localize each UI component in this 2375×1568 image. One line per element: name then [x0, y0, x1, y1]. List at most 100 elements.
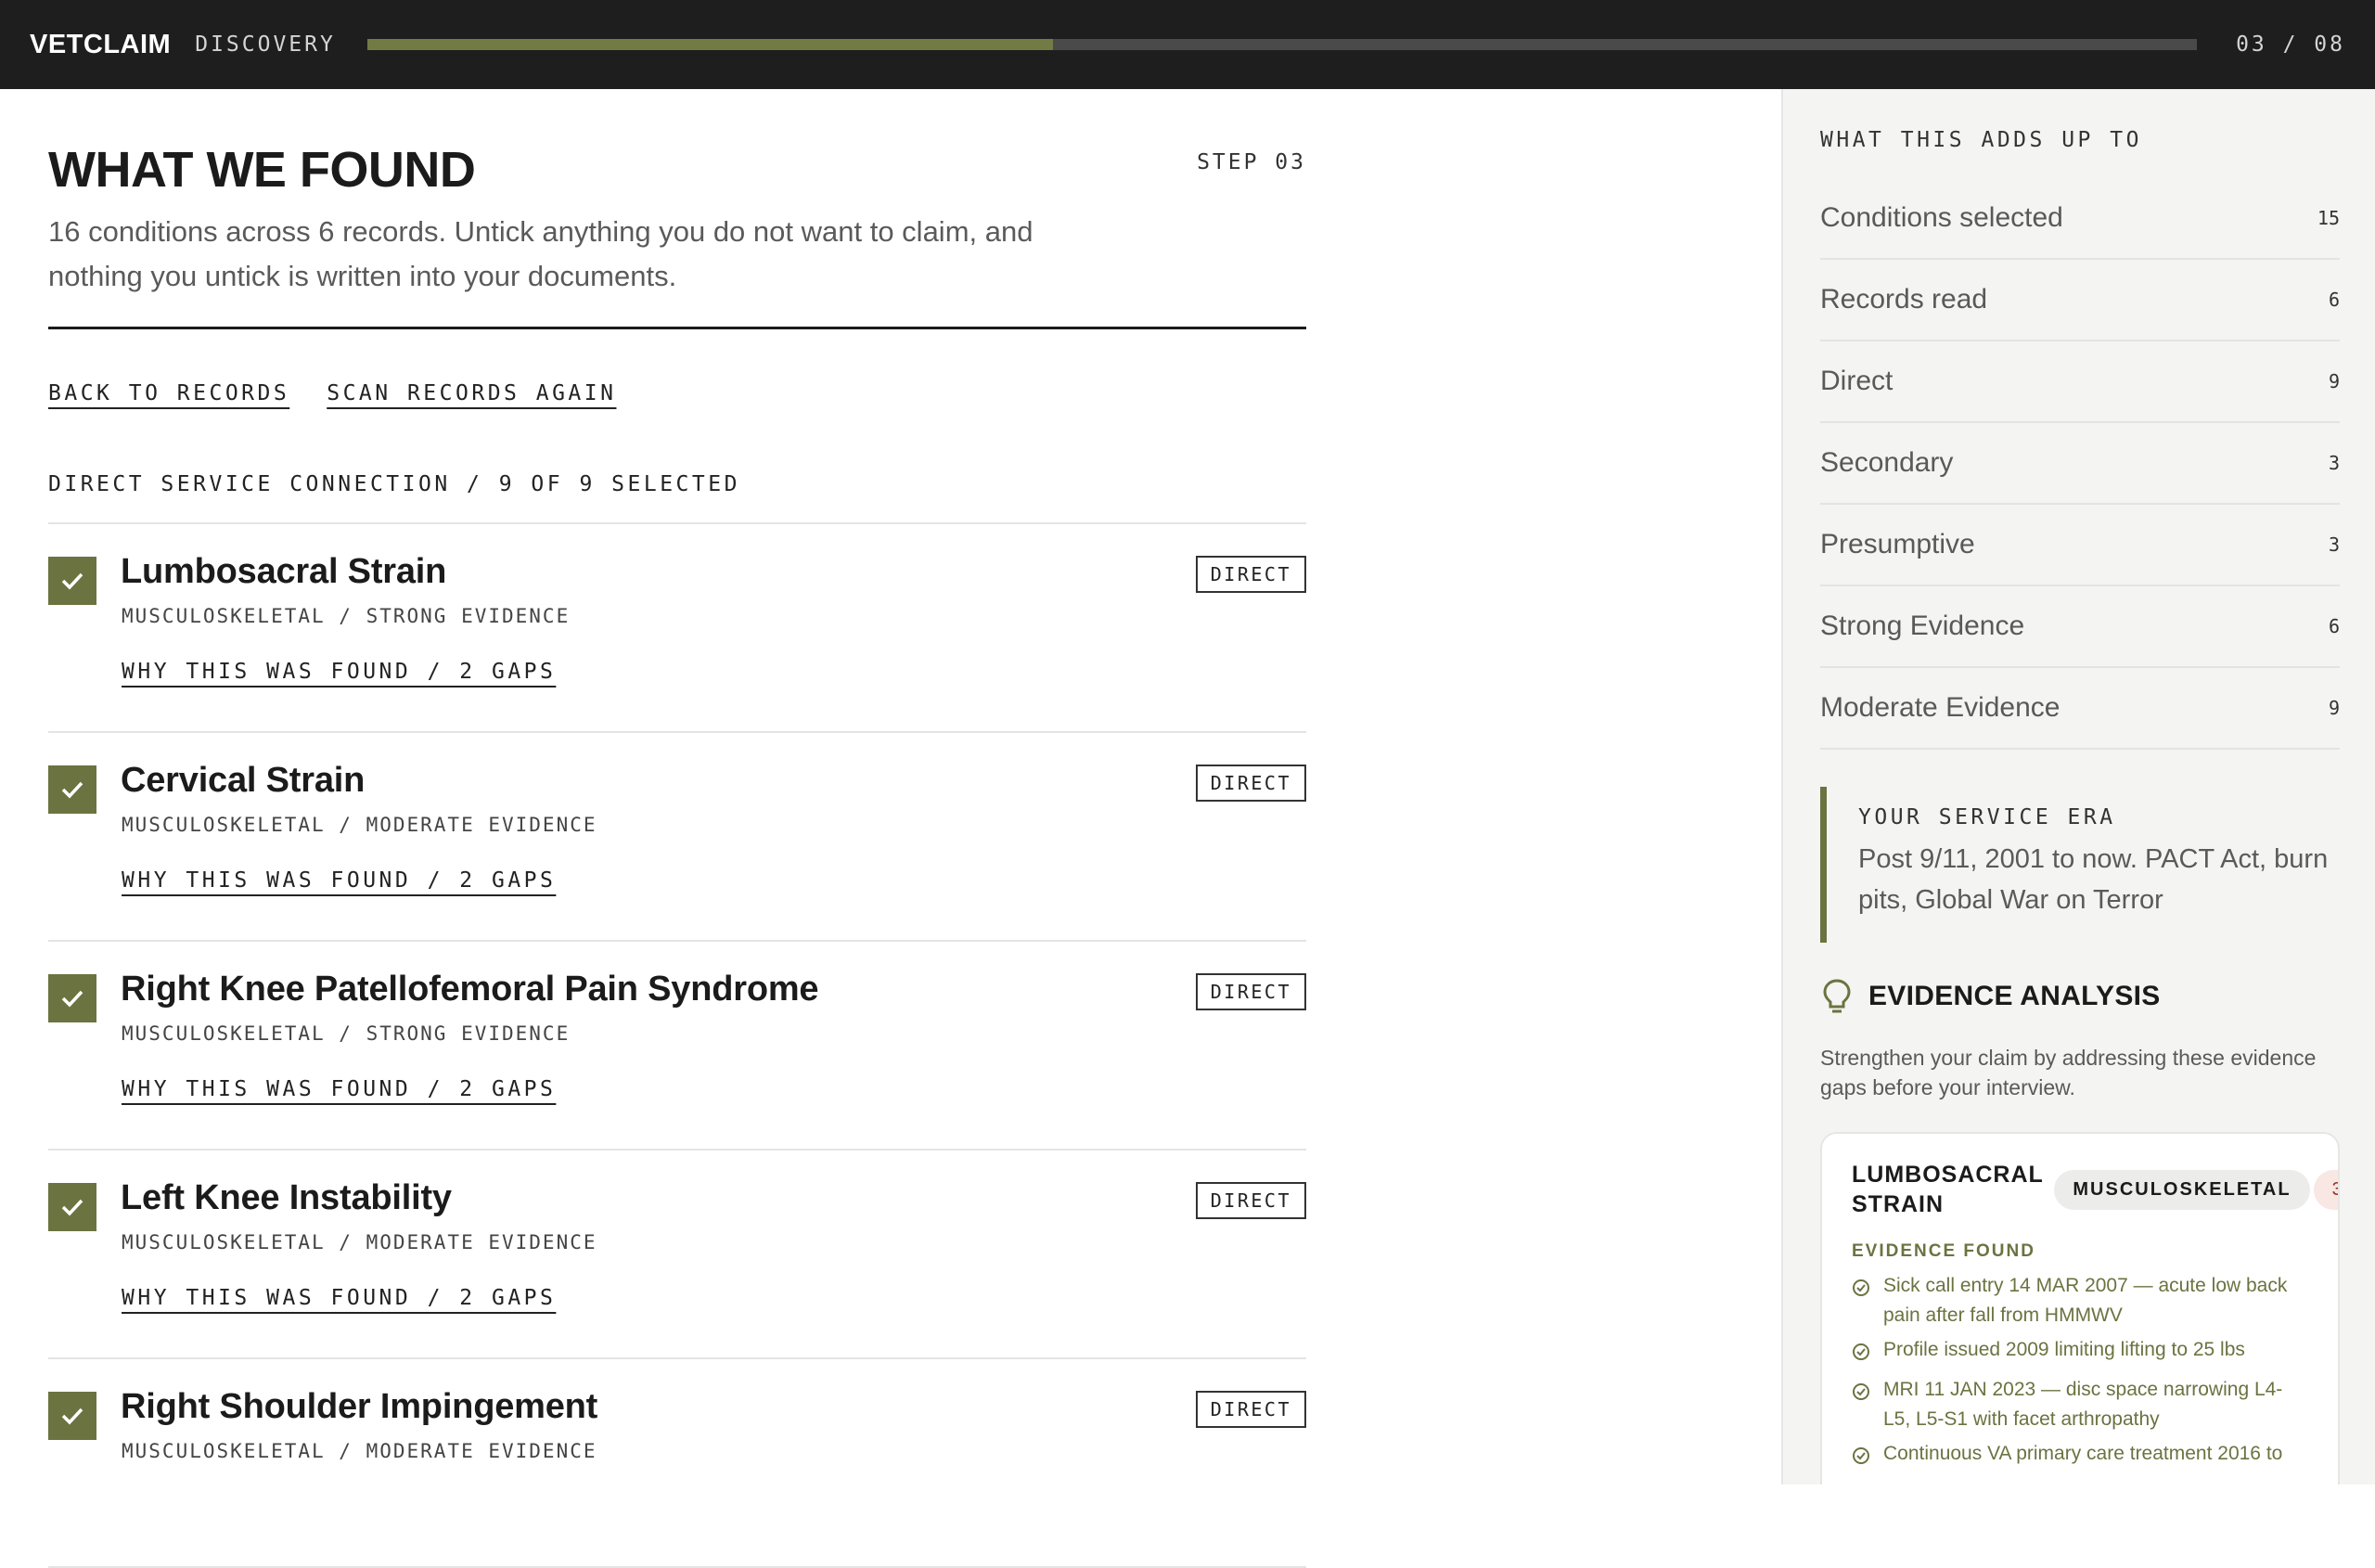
stat-label: Secondary: [1820, 447, 1954, 478]
main-content: WHAT WE FOUND STEP 03 16 conditions acro…: [48, 89, 1306, 1568]
action-links: BACK TO RECORDS SCAN RECORDS AGAIN: [48, 381, 1306, 405]
condition-checkbox[interactable]: [48, 974, 96, 1022]
condition-checkbox[interactable]: [48, 765, 96, 814]
condition-name: Cervical Strain: [121, 761, 366, 800]
back-to-records-link[interactable]: BACK TO RECORDS: [48, 381, 289, 405]
condition-row: Left Knee Instability MUSCULOSKELETAL / …: [48, 1150, 1306, 1359]
evidence-item: Continuous VA primary care treatment 201…: [1852, 1439, 2306, 1474]
evidence-item: MRI 11 JAN 2023 — disc space narrowing L…: [1852, 1375, 2306, 1434]
condition-row: Lumbosacral Strain MUSCULOSKELETAL / STR…: [48, 524, 1306, 733]
stat-label: Strong Evidence: [1820, 610, 2025, 641]
connection-type-tag: DIRECT: [1195, 765, 1306, 802]
why-found-link[interactable]: WHY THIS WAS FOUND / 2 GAPS: [122, 1286, 556, 1310]
condition-name: Left Knee Instability: [121, 1178, 452, 1217]
why-found-link[interactable]: WHY THIS WAS FOUND / 2 GAPS: [122, 868, 556, 893]
stat-label: Moderate Evidence: [1820, 692, 2060, 723]
condition-name: Right Shoulder Impingement: [121, 1387, 598, 1426]
evidence-found-label: EVIDENCE FOUND: [1852, 1241, 2035, 1261]
stat-row: Secondary 3: [1820, 423, 2340, 505]
check-circle-icon: [1853, 1343, 1869, 1360]
summary-sidebar: WHAT THIS ADDS UP TO Conditions selected…: [1781, 89, 2375, 1484]
connection-type-tag: DIRECT: [1195, 1182, 1306, 1219]
evidence-analysis-header: EVIDENCE ANALYSIS: [1820, 978, 2338, 1015]
brand-logo[interactable]: VETCLAIM: [30, 30, 171, 60]
condition-row: Right Knee Patellofemoral Pain Syndrome …: [48, 942, 1306, 1150]
stat-row: Conditions selected 15: [1820, 178, 2340, 260]
evidence-text: Continuous VA primary care treatment 201…: [1883, 1443, 2283, 1464]
condition-name: Right Knee Patellofemoral Pain Syndrome: [121, 970, 819, 1009]
evidence-card[interactable]: LUMBOSACRAL STRAIN MUSCULOSKELETAL 3 gap…: [1820, 1132, 2340, 1484]
condition-row: Right Shoulder Impingement MUSCULOSKELET…: [48, 1359, 1306, 1568]
check-icon: [61, 781, 83, 799]
stat-label: Conditions selected: [1820, 202, 2063, 233]
page-header: WHAT WE FOUND STEP 03: [48, 145, 1306, 195]
section-label: DISCOVERY: [195, 32, 336, 57]
condition-checkbox[interactable]: [48, 1392, 96, 1440]
stat-row: Direct 9: [1820, 341, 2340, 423]
evidence-list: Sick call entry 14 MAR 2007 — acute low …: [1852, 1271, 2306, 1474]
stat-value: 3: [2328, 533, 2340, 556]
evidence-card-title: LUMBOSACRAL STRAIN: [1852, 1162, 2044, 1217]
progress-bar: [366, 39, 2197, 50]
scan-records-again-link[interactable]: SCAN RECORDS AGAIN: [327, 381, 616, 405]
evidence-card-header: LUMBOSACRAL STRAIN MUSCULOSKELETAL 3 gap…: [1852, 1160, 2338, 1219]
stat-row: Strong Evidence 6: [1820, 586, 2340, 668]
gaps-badge: 3 gaps: [2313, 1169, 2338, 1210]
why-found-link[interactable]: WHY THIS WAS FOUND / 2 GAPS: [122, 660, 556, 684]
evidence-text: Profile issued 2009 limiting lifting to …: [1883, 1339, 2245, 1360]
evidence-item: Sick call entry 14 MAR 2007 — acute low …: [1852, 1271, 2306, 1330]
lightbulb-icon: [1823, 979, 1851, 1013]
check-icon: [61, 1199, 83, 1216]
condition-checkbox[interactable]: [48, 1183, 96, 1231]
connection-type-tag: DIRECT: [1195, 1391, 1306, 1428]
condition-name: Lumbosacral Strain: [121, 552, 447, 591]
stat-row: Moderate Evidence 9: [1820, 668, 2340, 750]
page-lead: 16 conditions across 6 records. Untick a…: [48, 215, 1033, 292]
evidence-item: Profile issued 2009 limiting lifting to …: [1852, 1335, 2306, 1370]
connection-type-tag: DIRECT: [1195, 556, 1306, 593]
category-pill: MUSCULOSKELETAL: [2054, 1169, 2310, 1210]
condition-checkbox[interactable]: [48, 557, 96, 605]
condition-meta: MUSCULOSKELETAL / MODERATE EVIDENCE: [122, 1440, 597, 1462]
check-icon: [61, 572, 83, 590]
sidebar-heading: WHAT THIS ADDS UP TO: [1820, 128, 2142, 152]
service-era-title: YOUR SERVICE ERA: [1858, 805, 2116, 829]
step-label: STEP 03: [1197, 150, 1306, 174]
condition-list: Lumbosacral Strain MUSCULOSKELETAL / STR…: [48, 524, 1306, 1568]
check-icon: [61, 1407, 83, 1425]
stat-value: 3: [2328, 452, 2340, 474]
check-icon: [61, 990, 83, 1008]
evidence-text: Sick call entry 14 MAR 2007 — acute low …: [1883, 1275, 2288, 1326]
stat-row: Records read 6: [1820, 260, 2340, 341]
evidence-text: MRI 11 JAN 2023 — disc space narrowing L…: [1883, 1379, 2283, 1430]
stat-value: 9: [2328, 697, 2340, 719]
check-circle-icon: [1853, 1279, 1869, 1296]
service-era-box: YOUR SERVICE ERA Post 9/11, 2001 to now.…: [1820, 787, 2340, 943]
condition-meta: MUSCULOSKELETAL / MODERATE EVIDENCE: [122, 814, 597, 836]
condition-meta: MUSCULOSKELETAL / STRONG EVIDENCE: [122, 605, 571, 627]
stat-value: 6: [2328, 289, 2340, 311]
page-title: WHAT WE FOUND: [48, 142, 476, 198]
top-bar: VETCLAIM DISCOVERY 03 / 08: [0, 0, 2375, 89]
condition-meta: MUSCULOSKELETAL / MODERATE EVIDENCE: [122, 1231, 597, 1253]
stat-value: 15: [2317, 207, 2340, 229]
stat-value: 9: [2328, 370, 2340, 392]
progress-fill: [366, 39, 1054, 50]
condition-row: Cervical Strain MUSCULOSKELETAL / MODERA…: [48, 733, 1306, 942]
check-circle-icon: [1853, 1447, 1869, 1464]
stat-row: Presumptive 3: [1820, 505, 2340, 586]
evidence-analysis-description: Strengthen your claim by addressing thes…: [1820, 1046, 2317, 1099]
stat-list: Conditions selected 15 Records read 6 Di…: [1820, 178, 2340, 750]
connection-type-tag: DIRECT: [1195, 973, 1306, 1010]
check-circle-icon: [1853, 1383, 1869, 1400]
evidence-analysis-title: EVIDENCE ANALYSIS: [1868, 981, 2161, 1011]
header-divider: [48, 327, 1306, 329]
stat-value: 6: [2328, 615, 2340, 637]
condition-meta: MUSCULOSKELETAL / STRONG EVIDENCE: [122, 1022, 571, 1045]
group-header-direct: DIRECT SERVICE CONNECTION / 9 OF 9 SELEC…: [48, 472, 1306, 524]
stat-label: Presumptive: [1820, 529, 1975, 559]
why-found-link[interactable]: WHY THIS WAS FOUND / 2 GAPS: [122, 1077, 556, 1101]
stat-label: Direct: [1820, 366, 1894, 396]
step-counter: 03 / 08: [2236, 32, 2345, 57]
stat-label: Records read: [1820, 284, 1988, 315]
